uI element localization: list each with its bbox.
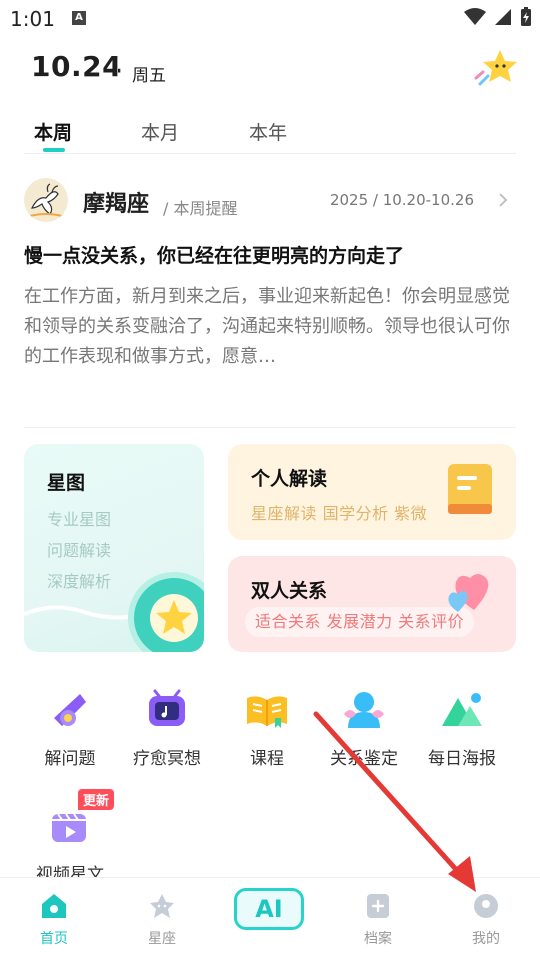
personal-reading-title: 个人解读 bbox=[251, 468, 328, 490]
grid-label: 关系鉴定 bbox=[330, 749, 398, 769]
nav-archive[interactable]: 档案 bbox=[338, 892, 418, 948]
capricorn-avatar-icon bbox=[24, 178, 68, 222]
weekly-body[interactable]: 在工作方面，新月到来之后，事业迎来新起色！你会明显感觉和领导的关系变融洽了，沟通… bbox=[24, 282, 514, 394]
grid-item-relation-check[interactable]: 关系鉴定 bbox=[316, 688, 412, 769]
nav-zodiac[interactable]: 星座 bbox=[122, 892, 202, 948]
status-icons bbox=[464, 7, 532, 27]
two-people-icon bbox=[342, 688, 386, 732]
tv-music-icon bbox=[145, 688, 189, 732]
pair-relation-card[interactable]: 双人关系 适合关系 发展潜力 关系评价 bbox=[228, 556, 516, 652]
signal-icon bbox=[495, 9, 511, 25]
status-bar: 1:01 A bbox=[0, 0, 540, 36]
grid-label: 每日海报 bbox=[428, 749, 496, 769]
grid-label: 解问题 bbox=[44, 749, 96, 769]
grid-item-video-star[interactable]: 视频星文 bbox=[22, 804, 118, 885]
week-date-range[interactable]: 2025 / 10.20-10.26 bbox=[330, 191, 474, 209]
active-tab-indicator bbox=[43, 148, 65, 152]
home-icon bbox=[40, 892, 68, 920]
bottom-navigation: 首页 星座 AI 档案 我的 bbox=[0, 877, 540, 960]
telescope-icon bbox=[48, 688, 92, 732]
star-chart-title: 星图 bbox=[47, 472, 86, 494]
hearts-icon bbox=[448, 574, 489, 612]
tab-this-week[interactable]: 本周 bbox=[34, 118, 72, 145]
tab-this-month[interactable]: 本月 bbox=[141, 118, 179, 145]
pair-relation-title: 双人关系 bbox=[251, 580, 328, 602]
grid-item-courses[interactable]: 课程 bbox=[219, 688, 315, 769]
open-book-icon bbox=[245, 688, 289, 732]
star-chart-item: 深度解析 bbox=[47, 572, 112, 591]
personal-reading-subtitle: 星座解读 国学分析 紫微 bbox=[251, 504, 428, 523]
ai-button[interactable]: AI bbox=[234, 888, 304, 930]
nav-home[interactable]: 首页 bbox=[14, 892, 94, 948]
mountain-icon bbox=[440, 688, 484, 732]
tab-this-year[interactable]: 本年 bbox=[249, 118, 287, 145]
notification-icon: A bbox=[72, 11, 86, 25]
weekly-headline[interactable]: 慢一点没关系，你已经在往更明亮的方向走了 bbox=[24, 241, 524, 268]
notebook-icon bbox=[448, 464, 492, 514]
nav-label: 档案 bbox=[364, 931, 392, 947]
star-mascot-icon[interactable] bbox=[474, 46, 518, 90]
star-chart-item: 专业星图 bbox=[47, 510, 112, 529]
nav-label: 我的 bbox=[472, 931, 500, 947]
grid-label: 课程 bbox=[250, 749, 284, 769]
update-badge: 更新 bbox=[78, 789, 115, 810]
grid-item-daily-poster[interactable]: 每日海报 bbox=[414, 688, 510, 769]
chevron-right-icon[interactable] bbox=[496, 191, 510, 209]
weekly-reminder-label: / 本周提醒 bbox=[163, 199, 238, 218]
nav-label: 首页 bbox=[40, 931, 68, 947]
pair-relation-subtitle: 适合关系 发展潜力 关系评价 bbox=[245, 607, 475, 637]
status-time: 1:01 bbox=[10, 7, 55, 31]
wifi-icon bbox=[464, 8, 486, 25]
grid-item-healing-meditation[interactable]: 疗愈冥想 bbox=[119, 688, 215, 769]
star-chart-card[interactable]: 星图 专业星图 问题解读 深度解析 bbox=[24, 444, 204, 652]
date: 10.24 bbox=[31, 50, 123, 83]
grid-label: 疗愈冥想 bbox=[133, 749, 201, 769]
battery-icon bbox=[521, 7, 531, 26]
profile-icon bbox=[472, 892, 500, 920]
period-tabs: 本周 本月 本年 bbox=[24, 118, 516, 154]
star-chart-item: 问题解读 bbox=[47, 541, 112, 560]
personal-reading-card[interactable]: 个人解读 星座解读 国学分析 紫微 bbox=[228, 444, 516, 540]
date-divider bbox=[117, 62, 118, 76]
zodiac-sign-name: 摩羯座 bbox=[83, 192, 150, 217]
nav-label: 星座 bbox=[148, 931, 176, 947]
grid-item-solve-question[interactable]: 解问题 bbox=[22, 688, 118, 769]
section-divider bbox=[24, 427, 516, 428]
nav-profile[interactable]: 我的 bbox=[446, 892, 526, 948]
star-bear-icon bbox=[148, 892, 176, 920]
plus-file-icon bbox=[364, 892, 392, 920]
video-clapper-icon bbox=[48, 804, 92, 848]
weekday: 周五 bbox=[132, 66, 166, 86]
star-ring-icon bbox=[128, 572, 204, 652]
